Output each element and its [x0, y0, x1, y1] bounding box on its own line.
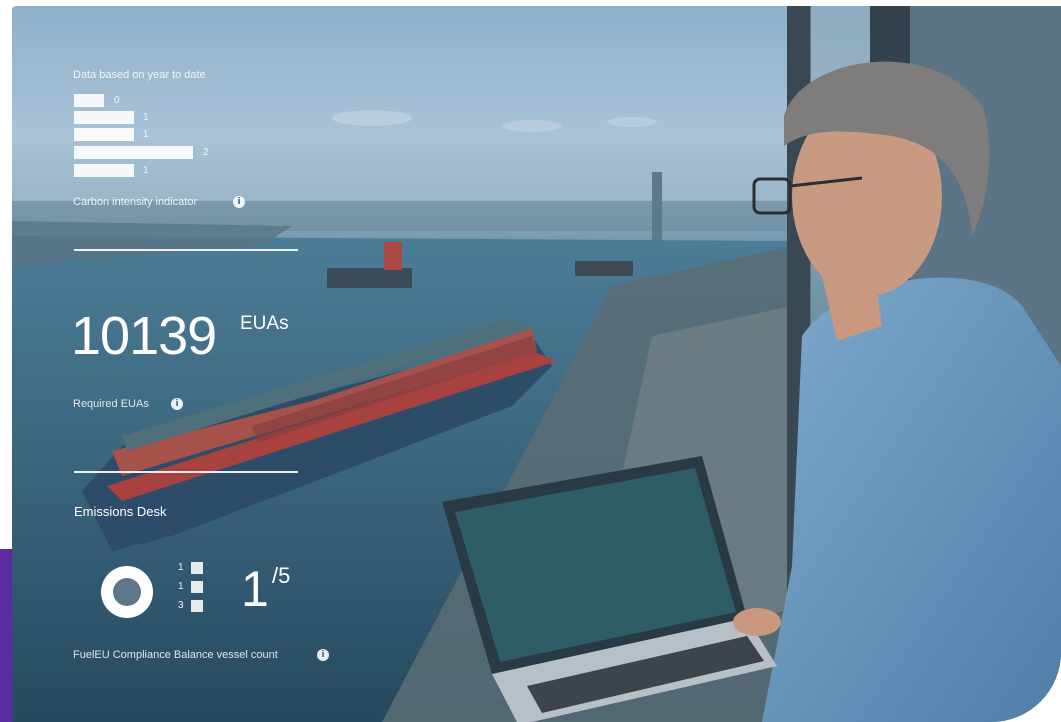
- cii-bar-value: 1: [143, 112, 149, 123]
- legend-value: 1: [178, 562, 184, 573]
- required-euas-label: Required EUAs: [73, 398, 149, 410]
- legend-swatch: [191, 562, 203, 574]
- cii-bar-value: 1: [143, 129, 149, 140]
- cii-bar-value: 2: [203, 147, 209, 158]
- cii-bar: [74, 164, 134, 177]
- info-icon[interactable]: i: [233, 196, 245, 208]
- vessel-count-numerator: 1: [241, 561, 269, 617]
- fueleu-label: FuelEU Compliance Balance vessel count: [73, 649, 278, 661]
- cii-bar: [74, 94, 104, 107]
- ytd-caption: Data based on year to date: [73, 69, 206, 81]
- vessel-count-denominator: /5: [272, 563, 291, 588]
- legend-swatch: [191, 600, 203, 612]
- cii-bar-value: 0: [114, 95, 120, 106]
- hero-section: Data based on year to date 0 1 1 2 1 Car…: [0, 0, 1061, 722]
- cii-bar-value: 1: [143, 165, 149, 176]
- legend-value: 1: [178, 581, 184, 592]
- required-euas-value: 10139: [71, 306, 217, 366]
- cii-bar: [74, 146, 193, 159]
- info-icon[interactable]: i: [317, 649, 329, 661]
- section-divider: [74, 471, 298, 473]
- emissions-desk-title: Emissions Desk: [74, 504, 167, 519]
- info-icon[interactable]: i: [171, 398, 183, 410]
- legend-swatch: [191, 581, 203, 593]
- stats-overlay: Data based on year to date 0 1 1 2 1 Car…: [0, 0, 1061, 722]
- euas-unit: EUAs: [240, 313, 289, 334]
- cii-bar: [74, 111, 134, 124]
- donut-chart-icon: [101, 566, 153, 618]
- cii-label: Carbon intensity indicator: [73, 196, 198, 208]
- cii-bar: [74, 128, 134, 141]
- legend-value: 3: [178, 600, 184, 611]
- section-divider: [74, 249, 298, 251]
